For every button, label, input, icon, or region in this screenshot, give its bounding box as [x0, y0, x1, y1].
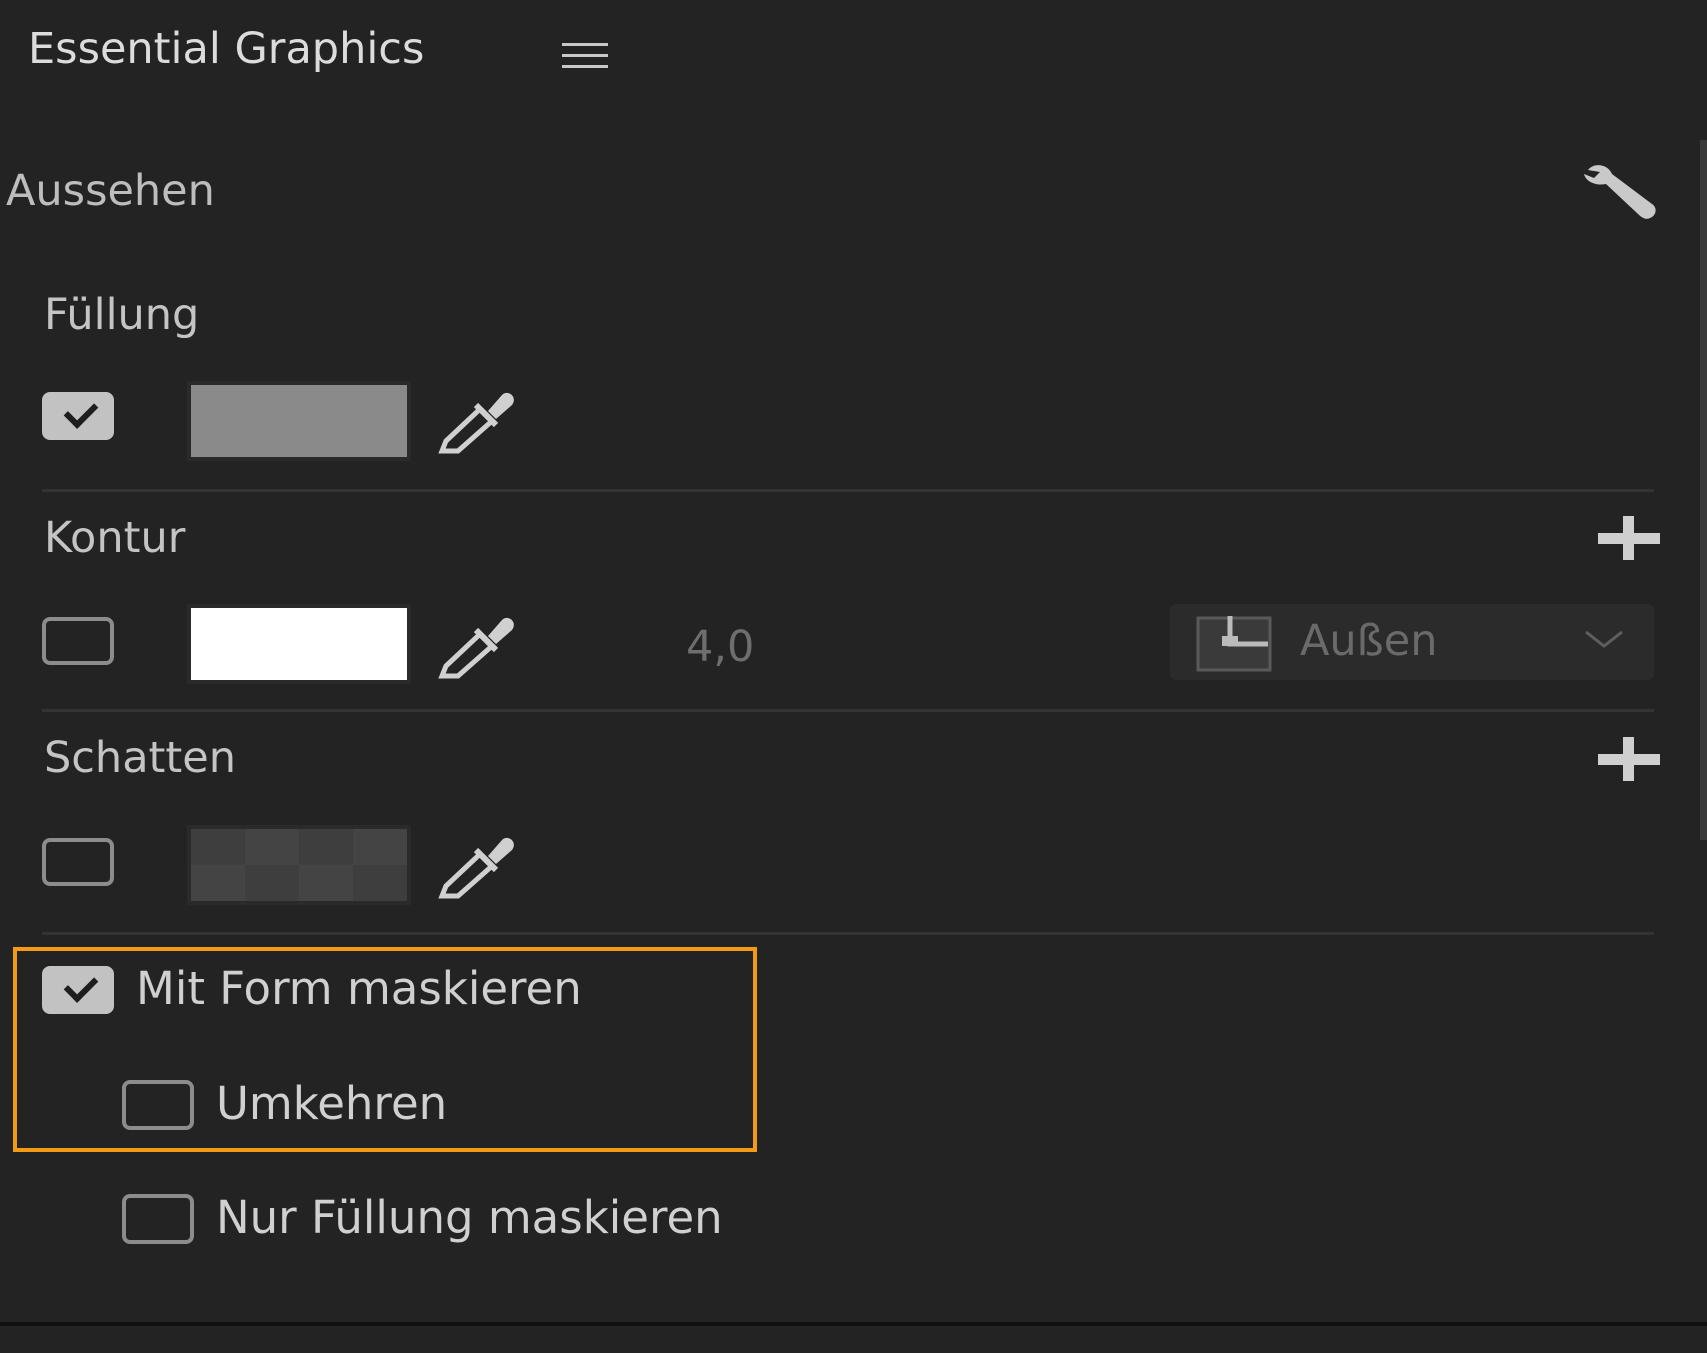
wrench-icon[interactable] — [1580, 160, 1660, 224]
fill-eyedropper-icon[interactable] — [436, 385, 520, 457]
section-title-appearance: Aussehen — [6, 166, 215, 216]
invert-checkbox[interactable] — [122, 1080, 194, 1130]
shadow-checkbox[interactable] — [42, 838, 114, 886]
stroke-eyedropper-icon[interactable] — [436, 610, 520, 682]
chevron-down-icon — [1584, 628, 1624, 652]
stroke-width-value[interactable]: 4,0 — [686, 622, 754, 672]
mask-fill-only-label: Nur Füllung maskieren — [216, 1191, 723, 1244]
shadow-label: Schatten — [44, 733, 236, 783]
stroke-position-icon — [1196, 614, 1272, 672]
shadow-color-swatch[interactable] — [187, 825, 411, 905]
add-shadow-plus-icon[interactable] — [1598, 737, 1660, 781]
mask-fill-only-checkbox[interactable] — [122, 1194, 194, 1244]
panel-title: Essential Graphics — [28, 24, 425, 74]
invert-label: Umkehren — [216, 1077, 448, 1130]
fill-checkbox[interactable] — [42, 392, 114, 440]
stroke-position-label: Außen — [1300, 616, 1438, 666]
divider — [42, 932, 1654, 935]
fill-color-swatch[interactable] — [187, 381, 411, 461]
hamburger-menu-icon[interactable] — [562, 43, 608, 71]
shadow-eyedropper-icon[interactable] — [436, 830, 520, 902]
stroke-checkbox[interactable] — [42, 617, 114, 665]
divider — [42, 709, 1654, 712]
panel-bottom-border — [0, 1322, 1707, 1326]
stroke-position-dropdown[interactable]: Außen — [1170, 604, 1654, 680]
mask-with-shape-label: Mit Form maskieren — [136, 962, 582, 1015]
add-stroke-plus-icon[interactable] — [1598, 516, 1660, 560]
stroke-label: Kontur — [44, 513, 186, 563]
scrollbar[interactable] — [1700, 140, 1707, 840]
stroke-color-swatch[interactable] — [187, 604, 411, 684]
mask-with-shape-checkbox[interactable] — [42, 966, 114, 1014]
fill-label: Füllung — [44, 290, 200, 340]
divider — [42, 489, 1654, 492]
